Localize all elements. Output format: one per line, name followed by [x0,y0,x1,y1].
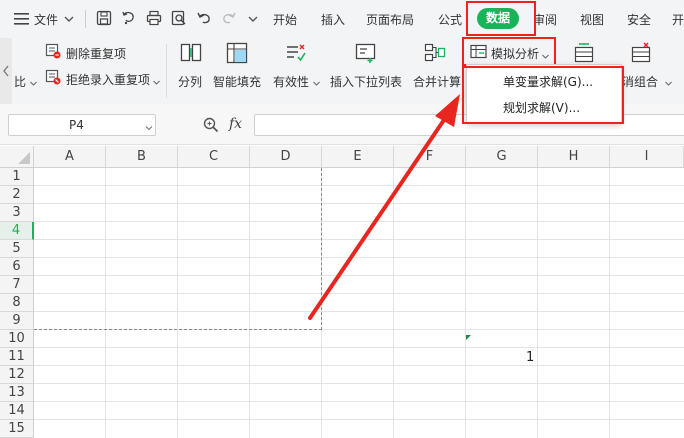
column-header-a[interactable]: A [34,146,106,168]
undo-icon[interactable] [196,10,212,26]
gridline [177,168,178,438]
row-header-15[interactable]: 15 [0,420,34,438]
row-header-14[interactable]: 14 [0,402,34,420]
file-menu[interactable]: 文件 [34,11,58,28]
tab-page-layout[interactable]: 页面布局 [366,11,414,28]
divider [85,10,86,28]
highlight-what-if-button [462,37,556,66]
row-header-9[interactable]: 9 [0,312,34,330]
split-columns-icon [180,42,202,64]
scroll-left-icon[interactable] [0,38,12,104]
insert-dropdown-list-icon [355,42,377,64]
column-header-h[interactable]: H [538,146,610,168]
ungroup-icon [630,42,652,64]
chevron-down-icon[interactable] [153,75,160,89]
print-icon[interactable] [146,10,162,26]
annotation-arrow [308,94,460,320]
smart-fill-icon [226,42,248,64]
gridline [105,168,106,438]
tab-security[interactable]: 安全 [627,11,651,28]
column-header-c[interactable]: C [178,146,250,168]
gridline [249,168,250,438]
row-header-12[interactable]: 12 [0,366,34,384]
row-header-8[interactable]: 8 [0,294,34,312]
row-header-4[interactable]: 4 [0,222,34,240]
split-button[interactable]: 分列 [178,73,202,90]
row-header-6[interactable]: 6 [0,258,34,276]
gridline [34,365,684,366]
row-header-10[interactable]: 10 [0,330,34,348]
highlight-dropdown-menu [462,66,624,124]
redo-icon[interactable] [221,10,237,26]
tab-overflow[interactable]: 开 [672,11,684,28]
chevron-down-icon[interactable] [30,76,37,90]
undo-history-icon[interactable] [121,10,137,26]
gridline [609,168,610,438]
chevron-down-icon[interactable] [145,121,153,135]
column-header-b[interactable]: B [106,146,178,168]
column-header-i[interactable]: I [610,146,684,168]
cell-marker-icon [466,330,472,344]
row-header-7[interactable]: 7 [0,276,34,294]
save-icon[interactable] [96,10,112,26]
consolidate-icon [424,42,446,64]
tab-review[interactable]: 审阅 [533,11,557,28]
row-header-2[interactable]: 2 [0,186,34,204]
validity-icon [284,42,306,64]
row-header-13[interactable]: 13 [0,384,34,402]
row-header-1[interactable]: 1 [0,168,34,186]
select-all-corner[interactable] [0,146,34,168]
print-preview-icon[interactable] [171,10,187,26]
hamburger-icon[interactable] [14,12,30,26]
ribbon-partial-label[interactable]: 比 [14,73,26,90]
name-box[interactable]: P4 [8,114,156,136]
highlight-data-tab [466,1,536,36]
divider [166,44,167,98]
cell-g11-value[interactable]: 1 [526,350,534,365]
row-header-5[interactable]: 5 [0,240,34,258]
chevron-down-icon[interactable] [665,76,672,90]
group-icon [573,42,595,64]
gridline [34,347,684,348]
gridline [537,168,538,438]
tab-home[interactable]: 开始 [273,11,297,28]
tab-formula[interactable]: 公式 [438,11,462,28]
row-header-3[interactable]: 3 [0,204,34,222]
tab-view[interactable]: 视图 [580,11,604,28]
remove-duplicates-icon [45,43,61,62]
reject-duplicates-button[interactable]: 拒绝录入重复项 [66,71,150,88]
row-header-11[interactable]: 11 [0,348,34,366]
ungroup-button[interactable]: 消组合 [622,73,658,90]
tab-insert[interactable]: 插入 [321,11,345,28]
page-break-line-horizontal [34,329,322,330]
customize-dropdown-icon[interactable] [248,13,258,27]
zoom-lookup-icon[interactable] [203,117,219,136]
reject-duplicates-icon [45,69,61,88]
gridline [34,383,684,384]
insert-function-button[interactable]: fx [229,116,242,132]
chevron-down-icon[interactable] [64,13,74,27]
menu-bar: 文件 开始 插入 页面布局 公式 数据 审阅 视图 安全 开 [0,0,684,38]
name-box-value: P4 [69,118,84,132]
gridline [34,419,684,420]
gridline [34,401,684,402]
remove-duplicates-button[interactable]: 删除重复项 [66,45,126,62]
smart-fill-button[interactable]: 智能填充 [213,73,261,90]
